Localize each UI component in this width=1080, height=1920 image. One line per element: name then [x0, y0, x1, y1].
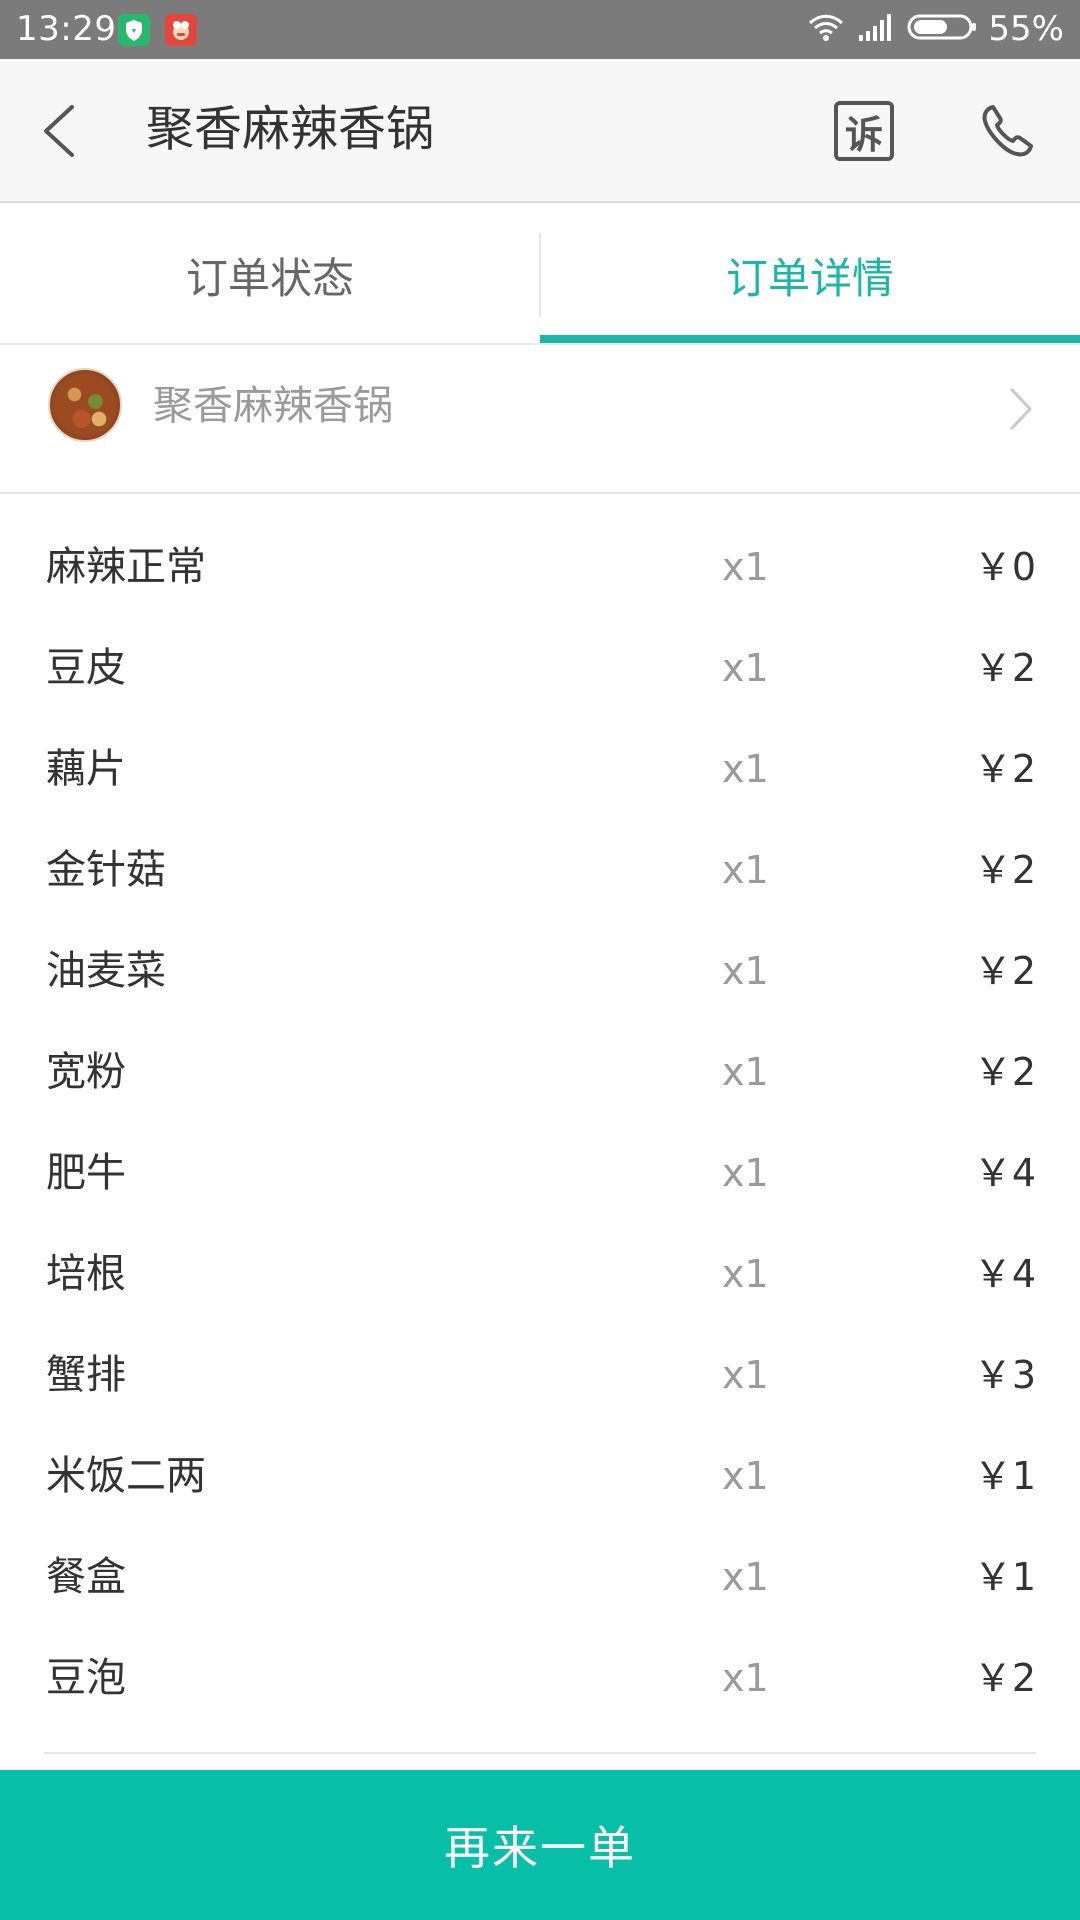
battery-percentage: 55%: [988, 9, 1064, 49]
complain-button[interactable]: 诉: [834, 101, 894, 161]
back-button[interactable]: [30, 95, 90, 167]
item-price: ￥0: [973, 545, 1036, 589]
restaurant-name: 聚香麻辣香锅: [153, 383, 393, 429]
item-row: 油麦菜 x1 ￥2: [0, 921, 1080, 1022]
chevron-right-icon: [1004, 384, 1038, 434]
item-price: ￥2: [973, 1656, 1036, 1700]
title-bar: 聚香麻辣香锅 诉: [0, 59, 1080, 203]
item-price: ￥2: [973, 1050, 1036, 1094]
item-row: 肥牛 x1 ￥4: [0, 1123, 1080, 1224]
complain-icon: 诉: [844, 112, 883, 157]
item-quantity: x1: [722, 1454, 769, 1498]
item-price: ￥2: [973, 646, 1036, 690]
item-price: ￥2: [973, 949, 1036, 993]
item-name: 餐盒: [46, 1554, 126, 1600]
item-row: 豆泡 x1 ￥2: [0, 1628, 1080, 1729]
item-row: 蟹排 x1 ￥3: [0, 1325, 1080, 1426]
order-items-list: 麻辣正常 x1 ￥0 豆皮 x1 ￥2 藕片 x1 ￥2 金针菇 x1 ￥2 油…: [0, 517, 1080, 1729]
item-quantity: x1: [722, 949, 769, 993]
item-quantity: x1: [722, 1353, 769, 1397]
restaurant-avatar: [48, 368, 122, 442]
list-divider: [44, 1752, 1036, 1754]
status-time: 13:29: [16, 9, 117, 49]
security-app-icon: [118, 14, 150, 46]
item-row: 金针菇 x1 ￥2: [0, 820, 1080, 921]
back-arrow-icon: [44, 105, 74, 157]
item-row: 餐盒 x1 ￥1: [0, 1527, 1080, 1628]
item-quantity: x1: [722, 1151, 769, 1195]
item-price: ￥4: [973, 1252, 1036, 1296]
item-name: 米饭二两: [46, 1453, 206, 1499]
wifi-icon: [806, 11, 846, 47]
item-name: 豆皮: [46, 645, 126, 691]
item-name: 金针菇: [46, 847, 166, 893]
item-quantity: x1: [722, 1656, 769, 1700]
item-name: 油麦菜: [46, 948, 166, 994]
phone-icon: [982, 105, 1033, 157]
item-row: 宽粉 x1 ￥2: [0, 1022, 1080, 1123]
item-price: ￥1: [973, 1555, 1036, 1599]
restaurant-row[interactable]: 聚香麻辣香锅: [0, 346, 1080, 494]
reorder-button[interactable]: 再来一单: [0, 1770, 1080, 1920]
item-price: ￥1: [973, 1454, 1036, 1498]
signal-icon: [856, 11, 896, 47]
item-row: 培根 x1 ￥4: [0, 1224, 1080, 1325]
item-quantity: x1: [722, 1252, 769, 1296]
item-quantity: x1: [722, 646, 769, 690]
battery-icon: [906, 11, 978, 47]
tab-order-status[interactable]: 订单状态: [0, 205, 540, 345]
item-price: ￥3: [973, 1353, 1036, 1397]
item-name: 培根: [46, 1251, 126, 1297]
item-quantity: x1: [722, 545, 769, 589]
active-tab-indicator: [540, 335, 1080, 343]
tab-bar: 订单状态 订单详情: [0, 205, 1080, 345]
item-price: ￥2: [973, 747, 1036, 791]
item-name: 麻辣正常: [46, 544, 206, 590]
item-price: ￥4: [973, 1151, 1036, 1195]
item-row: 豆皮 x1 ￥2: [0, 618, 1080, 719]
tab-order-details[interactable]: 订单详情: [540, 205, 1080, 345]
item-quantity: x1: [722, 747, 769, 791]
status-indicators: 55%: [806, 8, 1064, 50]
page-title: 聚香麻辣香锅: [146, 101, 435, 157]
item-price: ￥2: [973, 848, 1036, 892]
item-quantity: x1: [722, 1050, 769, 1094]
item-row: 麻辣正常 x1 ￥0: [0, 517, 1080, 618]
item-row: 藕片 x1 ￥2: [0, 719, 1080, 820]
call-button[interactable]: [975, 99, 1039, 163]
item-name: 藕片: [46, 746, 126, 792]
item-row: 米饭二两 x1 ￥1: [0, 1426, 1080, 1527]
item-name: 宽粉: [46, 1049, 126, 1095]
status-bar: 13:29 55%: [0, 0, 1080, 59]
item-name: 蟹排: [46, 1352, 126, 1398]
item-name: 肥牛: [46, 1150, 126, 1196]
item-quantity: x1: [722, 1555, 769, 1599]
notification-app-icon: [165, 14, 197, 46]
item-name: 豆泡: [46, 1655, 126, 1701]
item-quantity: x1: [722, 848, 769, 892]
